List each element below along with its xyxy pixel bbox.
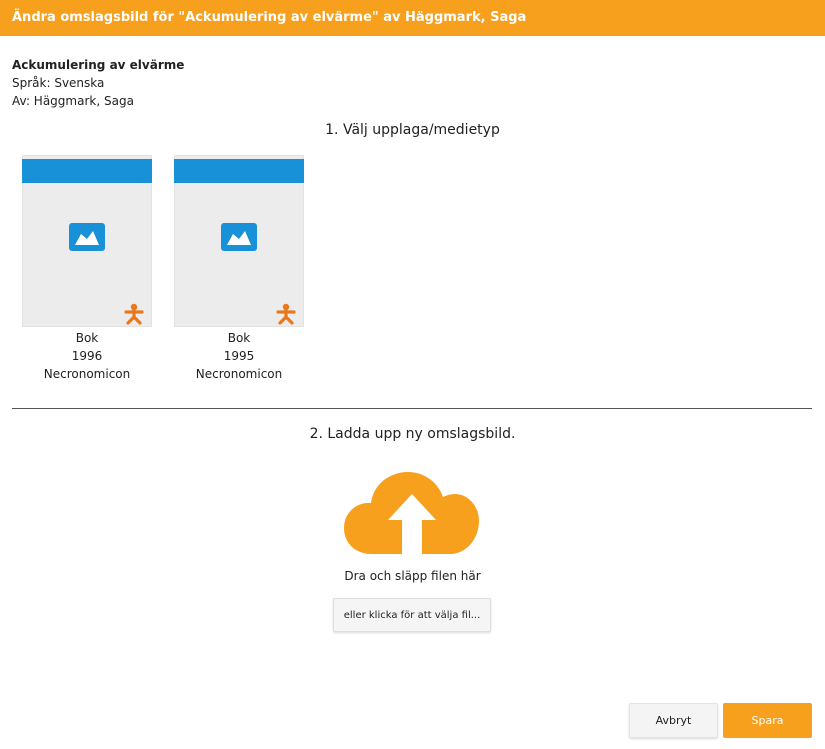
step2-heading: 2. Ladda upp ny omslagsbild. xyxy=(309,426,516,442)
edition-card-2[interactable]: Bok 1995 Necronomicon xyxy=(174,155,304,383)
cover-band xyxy=(174,159,304,183)
section-divider xyxy=(12,408,812,409)
edition-info: Bok 1996 Necronomicon xyxy=(22,329,152,383)
book-author: Av: Häggmark, Saga xyxy=(12,94,134,108)
edition-publisher: Necronomicon xyxy=(43,367,131,381)
person-icon xyxy=(276,303,296,325)
edition-type: Bok xyxy=(75,331,99,345)
book-language: Språk: Svenska xyxy=(12,76,105,90)
choose-file-button[interactable]: eller klicka för att välja fil... xyxy=(333,598,491,632)
edition-type: Bok xyxy=(227,331,251,345)
drop-zone-text: Dra och släpp filen här xyxy=(344,569,481,583)
person-icon xyxy=(124,303,144,325)
book-title: Ackumulering av elvärme xyxy=(12,58,185,72)
cancel-button[interactable]: Avbryt xyxy=(629,703,718,738)
cover-band xyxy=(22,159,152,183)
edition-publisher: Necronomicon xyxy=(195,367,283,381)
step1-heading: 1. Välj upplaga/medietyp xyxy=(325,122,500,138)
edition-year: 1996 xyxy=(71,349,103,363)
edition-info: Bok 1995 Necronomicon xyxy=(174,329,304,383)
edition-year: 1995 xyxy=(223,349,255,363)
save-button[interactable]: Spara xyxy=(723,703,812,738)
cloud-upload-icon[interactable] xyxy=(344,470,480,556)
dialog-title: Ändra omslagsbild för "Ackumulering av e… xyxy=(0,0,825,36)
edition-cover[interactable] xyxy=(22,155,152,327)
edition-card-1[interactable]: Bok 1996 Necronomicon xyxy=(22,155,152,383)
book-meta: Ackumulering av elvärme Språk: Svenska A… xyxy=(12,56,184,110)
image-placeholder-icon xyxy=(221,223,257,251)
image-placeholder-icon xyxy=(69,223,105,251)
edition-cover[interactable] xyxy=(174,155,304,327)
